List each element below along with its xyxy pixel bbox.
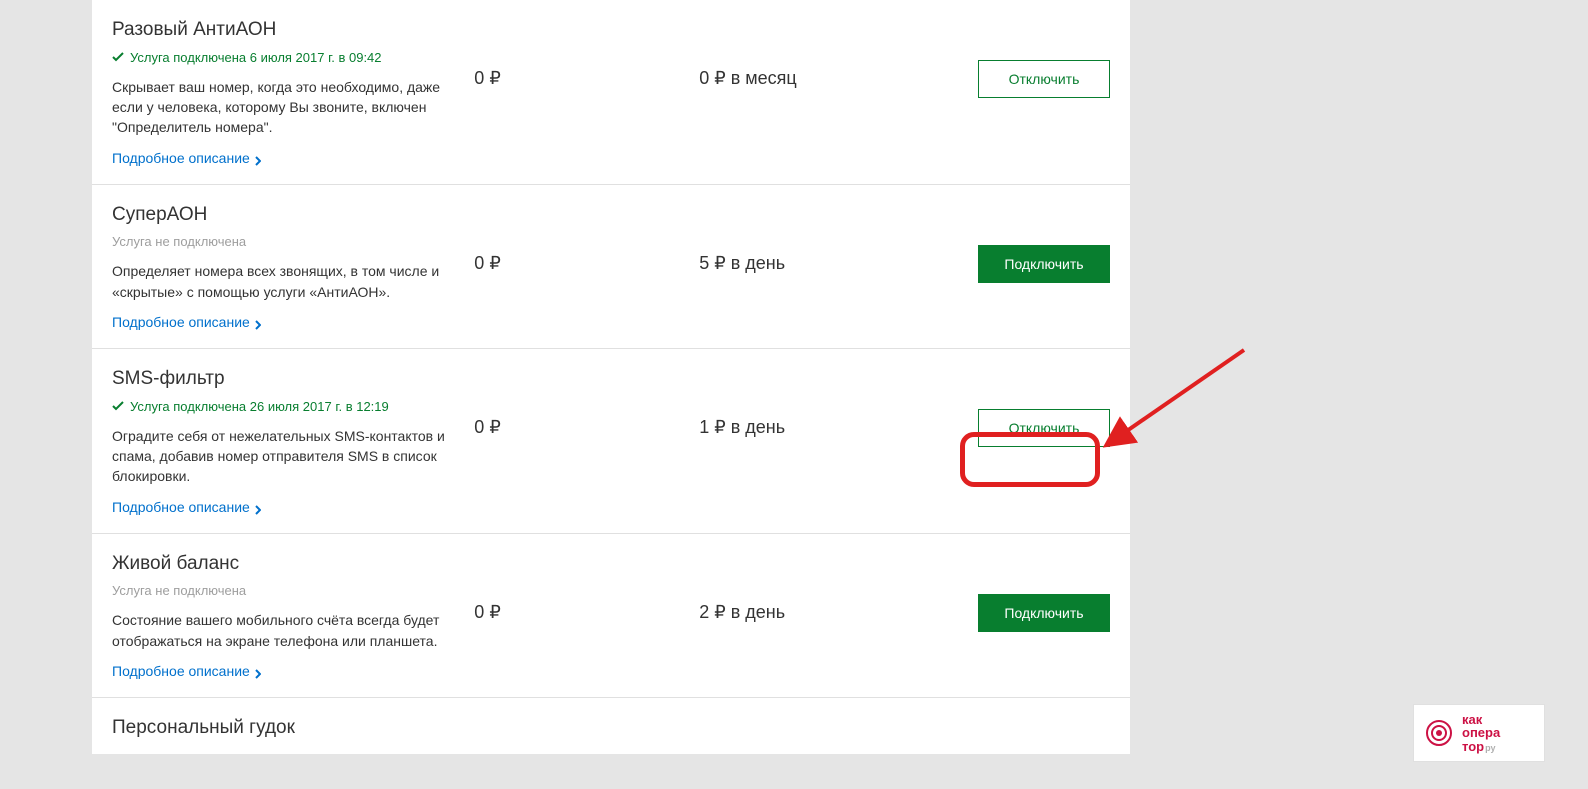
- service-info: Разовый АнтиАОН Услуга подключена 6 июля…: [112, 18, 474, 166]
- service-title: Разовый АнтиАОН: [112, 18, 454, 42]
- period-suffix: в месяц: [731, 68, 797, 88]
- service-info: Персональный гудок: [112, 716, 482, 748]
- details-link-label: Подробное описание: [112, 150, 250, 166]
- chevron-right-icon: [255, 317, 261, 327]
- service-description: Определяет номера всех звонящих, в том ч…: [112, 261, 454, 302]
- period-suffix: в день: [731, 253, 785, 273]
- enable-button[interactable]: Подключить: [978, 594, 1110, 632]
- service-status-text: Услуга подключена 26 июля 2017 г. в 12:1…: [130, 399, 389, 414]
- ruble-icon: ₽: [489, 602, 500, 622]
- disable-button[interactable]: Отключить: [978, 60, 1110, 98]
- details-link-label: Подробное описание: [112, 499, 250, 515]
- ruble-icon: ₽: [489, 68, 500, 88]
- service-action: Отключить: [924, 367, 1110, 447]
- logo-line1: как: [1462, 713, 1500, 727]
- period-suffix: в день: [731, 602, 785, 622]
- service-title: Персональный гудок: [112, 716, 462, 740]
- service-status-text: Услуга не подключена: [112, 583, 246, 598]
- service-info: Живой баланс Услуга не подключена Состоя…: [112, 552, 474, 679]
- service-period: 0 ₽ в месяц: [699, 18, 924, 89]
- ruble-icon: ₽: [714, 602, 725, 622]
- check-icon: [112, 51, 124, 63]
- logo-line2: опера: [1462, 726, 1500, 740]
- service-status: Услуга подключена 26 июля 2017 г. в 12:1…: [112, 399, 454, 414]
- chevron-right-icon: [255, 502, 261, 512]
- site-logo: как опера торру: [1414, 705, 1544, 761]
- service-row: SMS-фильтр Услуга подключена 26 июля 201…: [92, 348, 1130, 533]
- price-value: 0: [474, 253, 484, 273]
- service-description: Оградите себя от нежелательных SMS-конта…: [112, 426, 454, 487]
- service-row: Разовый АнтиАОН Услуга подключена 6 июля…: [92, 0, 1130, 184]
- details-link-label: Подробное описание: [112, 663, 250, 679]
- price-value: 0: [474, 602, 484, 622]
- service-price: 0 ₽: [474, 552, 699, 623]
- service-status-text: Услуга не подключена: [112, 234, 246, 249]
- period-value: 1: [699, 417, 709, 437]
- service-row: Персональный гудок: [92, 697, 1130, 754]
- enable-button[interactable]: Подключить: [978, 245, 1110, 283]
- period-value: 0: [699, 68, 709, 88]
- ruble-icon: ₽: [714, 68, 725, 88]
- service-price: 0 ₽: [474, 367, 699, 438]
- service-row: СуперАОН Услуга не подключена Определяет…: [92, 184, 1130, 348]
- logo-line3: торру: [1462, 740, 1500, 754]
- service-description: Скрывает ваш номер, когда это необходимо…: [112, 77, 454, 138]
- service-title: Живой баланс: [112, 552, 454, 576]
- check-icon: [112, 400, 124, 412]
- details-link[interactable]: Подробное описание: [112, 150, 261, 166]
- service-price: 0 ₽: [474, 203, 699, 274]
- service-status: Услуга не подключена: [112, 234, 454, 249]
- service-action: Подключить: [924, 203, 1110, 283]
- details-link-label: Подробное описание: [112, 314, 250, 330]
- service-status-text: Услуга подключена 6 июля 2017 г. в 09:42: [130, 50, 382, 65]
- service-title: СуперАОН: [112, 203, 454, 227]
- chevron-right-icon: [255, 153, 261, 163]
- details-link[interactable]: Подробное описание: [112, 314, 261, 330]
- service-status: Услуга не подключена: [112, 583, 454, 598]
- service-price: 0 ₽: [474, 18, 699, 89]
- service-period: 1 ₽ в день: [699, 367, 924, 438]
- price-value: 0: [474, 68, 484, 88]
- ruble-icon: ₽: [714, 417, 725, 437]
- service-action: Отключить: [924, 18, 1110, 98]
- service-title: SMS-фильтр: [112, 367, 454, 391]
- details-link[interactable]: Подробное описание: [112, 663, 261, 679]
- period-suffix: в день: [731, 417, 785, 437]
- logo-mark-icon: [1424, 718, 1454, 748]
- ruble-icon: ₽: [489, 417, 500, 437]
- disable-button[interactable]: Отключить: [978, 409, 1110, 447]
- service-info: СуперАОН Услуга не подключена Определяет…: [112, 203, 474, 330]
- service-period: 5 ₽ в день: [699, 203, 924, 274]
- services-panel: Разовый АнтиАОН Услуга подключена 6 июля…: [92, 0, 1130, 754]
- service-row: Живой баланс Услуга не подключена Состоя…: [92, 533, 1130, 697]
- price-value: 0: [474, 417, 484, 437]
- service-status: Услуга подключена 6 июля 2017 г. в 09:42: [112, 50, 454, 65]
- period-value: 2: [699, 602, 709, 622]
- service-action: Подключить: [924, 552, 1110, 632]
- ruble-icon: ₽: [489, 253, 500, 273]
- service-info: SMS-фильтр Услуга подключена 26 июля 201…: [112, 367, 474, 515]
- service-description: Состояние вашего мобильного счёта всегда…: [112, 610, 454, 651]
- period-value: 5: [699, 253, 709, 273]
- chevron-right-icon: [255, 666, 261, 676]
- ruble-icon: ₽: [714, 253, 725, 273]
- logo-text: как опера торру: [1462, 713, 1500, 754]
- service-period: 2 ₽ в день: [699, 552, 924, 623]
- details-link[interactable]: Подробное описание: [112, 499, 261, 515]
